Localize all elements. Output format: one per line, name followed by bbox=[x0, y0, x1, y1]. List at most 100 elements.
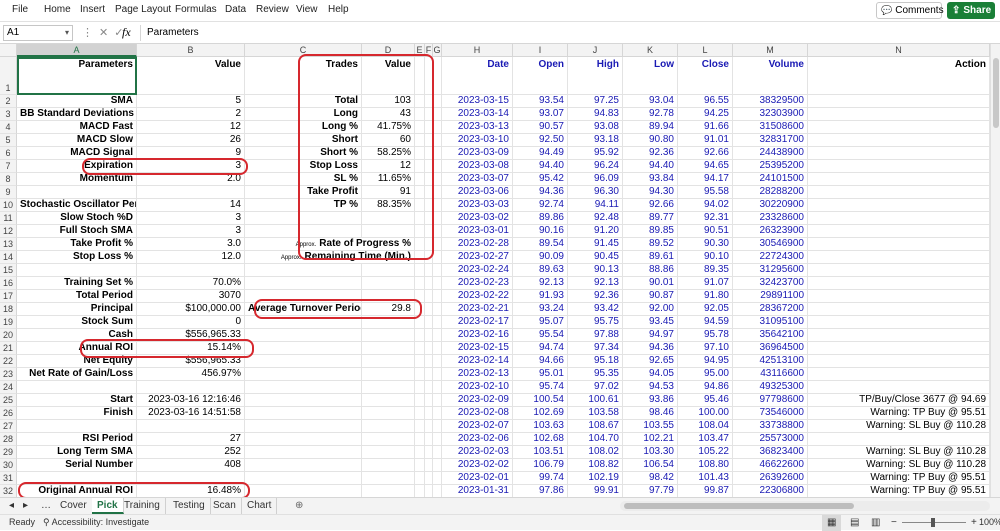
grid-cell[interactable] bbox=[415, 108, 425, 121]
open-cell[interactable]: 102.69 bbox=[513, 407, 568, 420]
param-value[interactable]: 27 bbox=[137, 433, 245, 446]
view-normal-icon[interactable]: ▦ bbox=[822, 515, 842, 531]
low-cell[interactable]: 106.54 bbox=[623, 459, 678, 472]
grid-cell[interactable] bbox=[433, 251, 442, 264]
trade-label[interactable]: TP % bbox=[245, 199, 362, 212]
grid-cell[interactable] bbox=[433, 121, 442, 134]
close-cell[interactable]: 105.22 bbox=[678, 446, 733, 459]
volume-cell[interactable]: 49325300 bbox=[733, 381, 808, 394]
grid-cell[interactable] bbox=[415, 303, 425, 316]
header-action[interactable]: Action bbox=[808, 57, 990, 95]
grid-cell[interactable] bbox=[433, 303, 442, 316]
grid-cell[interactable] bbox=[415, 290, 425, 303]
column-header-c[interactable]: C bbox=[245, 44, 362, 57]
param-label[interactable]: Slow Stoch %D bbox=[17, 212, 137, 225]
date-cell[interactable]: 2023-02-01 bbox=[442, 472, 513, 485]
close-cell[interactable]: 95.00 bbox=[678, 368, 733, 381]
high-cell[interactable]: 102.19 bbox=[568, 472, 623, 485]
param-value[interactable]: 16.48% bbox=[137, 485, 245, 497]
header-date[interactable]: Date bbox=[442, 57, 513, 95]
date-cell[interactable]: 2023-02-10 bbox=[442, 381, 513, 394]
grid-cell[interactable] bbox=[415, 277, 425, 290]
column-header-n[interactable]: N bbox=[808, 44, 990, 57]
name-box[interactable]: A1 ▾ bbox=[3, 25, 73, 41]
grid-cell[interactable] bbox=[808, 342, 990, 355]
grid-cell[interactable] bbox=[415, 394, 425, 407]
param-value[interactable]: 252 bbox=[137, 446, 245, 459]
grid-cell[interactable] bbox=[433, 342, 442, 355]
date-cell[interactable]: 2023-02-24 bbox=[442, 264, 513, 277]
volume-cell[interactable]: 31295600 bbox=[733, 264, 808, 277]
grid-cell[interactable] bbox=[415, 381, 425, 394]
low-cell[interactable]: 90.01 bbox=[623, 277, 678, 290]
high-cell[interactable]: 94.83 bbox=[568, 108, 623, 121]
grid-cell[interactable] bbox=[245, 459, 362, 472]
grid-cell[interactable] bbox=[425, 459, 433, 472]
low-cell[interactable]: 102.21 bbox=[623, 433, 678, 446]
trade-label[interactable]: Total bbox=[245, 95, 362, 108]
open-cell[interactable]: 95.01 bbox=[513, 368, 568, 381]
grid-cell[interactable] bbox=[808, 108, 990, 121]
grid-cell[interactable] bbox=[808, 433, 990, 446]
grid-cell[interactable] bbox=[245, 342, 362, 355]
param-value[interactable]: 3070 bbox=[137, 290, 245, 303]
grid-cell[interactable] bbox=[415, 147, 425, 160]
row-header-28[interactable]: 28 bbox=[0, 433, 17, 446]
trade-value[interactable]: 103 bbox=[362, 95, 415, 108]
grid-cell[interactable] bbox=[425, 212, 433, 225]
vertical-scroll-thumb[interactable] bbox=[993, 58, 999, 128]
open-cell[interactable]: 89.54 bbox=[513, 238, 568, 251]
volume-cell[interactable]: 42513100 bbox=[733, 355, 808, 368]
high-cell[interactable]: 95.92 bbox=[568, 147, 623, 160]
column-header-d[interactable]: D bbox=[362, 44, 415, 57]
grid-cell[interactable] bbox=[245, 277, 362, 290]
open-cell[interactable]: 89.86 bbox=[513, 212, 568, 225]
grid-cell[interactable] bbox=[415, 238, 425, 251]
param-value[interactable]: $556,965.33 bbox=[137, 355, 245, 368]
high-cell[interactable]: 91.20 bbox=[568, 225, 623, 238]
grid-cell[interactable] bbox=[433, 160, 442, 173]
param-label[interactable]: Expiration bbox=[17, 160, 137, 173]
date-cell[interactable]: 2023-02-06 bbox=[442, 433, 513, 446]
date-cell[interactable]: 2023-01-31 bbox=[442, 485, 513, 497]
trade-value[interactable]: 60 bbox=[362, 134, 415, 147]
grid-cell[interactable] bbox=[425, 251, 433, 264]
param-value[interactable]: 26 bbox=[137, 134, 245, 147]
grid-cell[interactable] bbox=[245, 394, 362, 407]
column-header-a[interactable]: A bbox=[17, 44, 137, 57]
grid-cell[interactable] bbox=[425, 303, 433, 316]
grid-cell[interactable] bbox=[245, 381, 362, 394]
low-cell[interactable]: 92.36 bbox=[623, 147, 678, 160]
grid-cell[interactable] bbox=[425, 134, 433, 147]
grid-cell[interactable] bbox=[433, 264, 442, 277]
volume-cell[interactable]: 31508600 bbox=[733, 121, 808, 134]
trade-value[interactable]: 88.35% bbox=[362, 199, 415, 212]
low-cell[interactable]: 94.36 bbox=[623, 342, 678, 355]
open-cell[interactable]: 94.74 bbox=[513, 342, 568, 355]
open-cell[interactable]: 103.51 bbox=[513, 446, 568, 459]
zoom-out-button[interactable]: − bbox=[886, 515, 902, 531]
volume-cell[interactable]: 28367200 bbox=[733, 303, 808, 316]
date-cell[interactable]: 2023-02-15 bbox=[442, 342, 513, 355]
menu-file[interactable]: File bbox=[12, 4, 28, 15]
close-cell[interactable]: 95.58 bbox=[678, 186, 733, 199]
open-cell[interactable]: 94.40 bbox=[513, 160, 568, 173]
row-header-5[interactable]: 5 bbox=[0, 134, 17, 147]
view-pagebreak-icon[interactable]: ▥ bbox=[866, 515, 885, 531]
grid-cell[interactable] bbox=[245, 368, 362, 381]
column-header-f[interactable]: F bbox=[425, 44, 433, 57]
grid-cell[interactable] bbox=[17, 186, 137, 199]
high-cell[interactable]: 92.48 bbox=[568, 212, 623, 225]
low-cell[interactable]: 94.40 bbox=[623, 160, 678, 173]
trade-label[interactable]: SL % bbox=[245, 173, 362, 186]
close-cell[interactable]: 91.80 bbox=[678, 290, 733, 303]
param-value[interactable]: 14 bbox=[137, 199, 245, 212]
open-cell[interactable]: 99.74 bbox=[513, 472, 568, 485]
close-cell[interactable]: 108.04 bbox=[678, 420, 733, 433]
grid-cell[interactable] bbox=[433, 420, 442, 433]
row-header-20[interactable]: 20 bbox=[0, 329, 17, 342]
grid-cell[interactable] bbox=[362, 368, 415, 381]
grid-cell[interactable] bbox=[433, 199, 442, 212]
date-cell[interactable]: 2023-02-07 bbox=[442, 420, 513, 433]
grid-cell[interactable] bbox=[415, 329, 425, 342]
